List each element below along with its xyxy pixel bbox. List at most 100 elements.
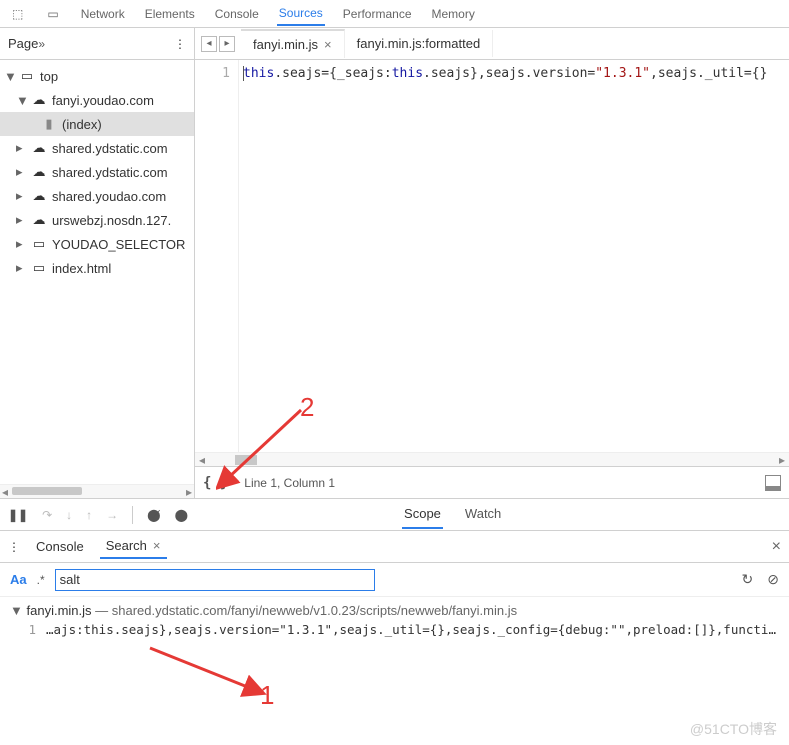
clear-icon[interactable]: ⊘: [767, 571, 779, 588]
code-body[interactable]: this.seajs={_seajs:this.seajs},seajs.ver…: [239, 60, 789, 452]
file-tab[interactable]: fanyi.min.js:formatted: [345, 30, 494, 57]
scroll-right-icon[interactable]: ▸: [186, 485, 192, 499]
deactivate-breakpoints-button[interactable]: ⬤̸: [147, 508, 160, 522]
tree-item[interactable]: ▸☁shared.ydstatic.com: [0, 160, 194, 184]
scope-watch-tabs: Scope Watch: [402, 500, 503, 529]
scope-tab[interactable]: Scope: [402, 500, 443, 529]
step-over-button[interactable]: ↷: [42, 508, 52, 522]
tree-item[interactable]: ▸☁shared.ydstatic.com: [0, 136, 194, 160]
search-result-header[interactable]: ▼ fanyi.min.js — shared.ydstatic.com/fan…: [0, 596, 789, 620]
code-token: this: [392, 66, 423, 81]
search-bar: Aa .* ↻ ⊘: [0, 562, 789, 596]
case-sensitive-toggle[interactable]: Aa: [10, 572, 27, 587]
sidebar-title[interactable]: Page: [8, 36, 38, 51]
tab-performance[interactable]: Performance: [341, 3, 414, 25]
pause-on-exceptions-button[interactable]: ⬤: [175, 508, 188, 522]
frame-icon: ▭: [30, 236, 48, 252]
annotation-arrow-1: [140, 638, 280, 708]
close-icon[interactable]: ×: [324, 37, 332, 52]
devtools-top-tabs: ⬚ ▭ Network Elements Console Sources Per…: [0, 0, 789, 28]
tree-item[interactable]: ▸▭ YOUDAO_SELECTOR: [0, 232, 194, 256]
result-text: …ajs:this.seajs},seajs.version="1.3.1",s…: [46, 622, 779, 637]
coverage-icon[interactable]: [765, 475, 781, 491]
scroll-left-icon[interactable]: ◂: [195, 453, 209, 467]
regex-toggle[interactable]: .*: [37, 573, 45, 587]
cursor-position: Line 1, Column 1: [244, 476, 335, 490]
chevron-right-icon: ▸: [16, 236, 26, 252]
tab-network[interactable]: Network: [79, 3, 127, 25]
debugger-toolbar: ❚❚ ↷ ↓ ↑ → ⬤̸ ⬤ Scope Watch: [0, 498, 789, 530]
result-file-name: fanyi.min.js: [27, 603, 92, 618]
tab-sources[interactable]: Sources: [277, 2, 325, 26]
tree-label: (index): [62, 117, 102, 132]
code-editor[interactable]: 1 this.seajs={_seajs:this.seajs},seajs.v…: [195, 60, 789, 452]
sidebar-scrollbar[interactable]: ◂ ▸: [0, 484, 194, 498]
code-token: ,seajs._util={}: [650, 66, 767, 81]
drawer-search-tab[interactable]: Search ×: [100, 534, 167, 559]
inspect-icon[interactable]: ⬚: [8, 7, 27, 21]
editor-scrollbar[interactable]: ◂ ▸: [195, 452, 789, 466]
drawer-tab-bar: ⋮ Console Search × ×: [0, 530, 789, 562]
tree-item[interactable]: ▸☁shared.youdao.com: [0, 184, 194, 208]
cloud-icon: ☁: [30, 188, 48, 204]
file-tab-bar: ◂ ▸ fanyi.min.js × fanyi.min.js:formatte…: [195, 28, 789, 60]
nav-prev-icon[interactable]: ◂: [201, 36, 217, 52]
tree-label: YOUDAO_SELECTOR: [52, 237, 185, 252]
tree-top[interactable]: ▼ ▭ top: [0, 64, 194, 88]
editor-panel: ◂ ▸ fanyi.min.js × fanyi.min.js:formatte…: [195, 28, 789, 498]
scroll-right-icon[interactable]: ▸: [775, 453, 789, 467]
chevron-right-icon: ▸: [16, 260, 26, 276]
pretty-print-button[interactable]: { }: [203, 475, 228, 491]
tab-elements[interactable]: Elements: [143, 3, 197, 25]
line-number: 1: [195, 66, 230, 81]
search-input[interactable]: [55, 569, 375, 591]
tree-label: shared.ydstatic.com: [52, 165, 168, 180]
chevron-down-icon: ▼: [4, 69, 14, 84]
search-result-line[interactable]: 1 …ajs:this.seajs},seajs.version="1.3.1"…: [0, 620, 789, 647]
watch-tab[interactable]: Watch: [463, 500, 503, 529]
code-token: .seajs={_seajs:: [274, 66, 391, 81]
step-out-button[interactable]: ↑: [86, 508, 92, 522]
pause-button[interactable]: ❚❚: [8, 508, 28, 522]
step-button[interactable]: →: [106, 508, 118, 522]
scroll-left-icon[interactable]: ◂: [2, 485, 8, 499]
sidebar-more-icon[interactable]: »: [38, 37, 45, 51]
tree-index[interactable]: ▮ (index): [0, 112, 194, 136]
chevron-right-icon: ▸: [16, 212, 26, 228]
scrollbar-thumb[interactable]: [235, 455, 257, 465]
tab-nav: ◂ ▸: [195, 36, 241, 52]
code-token: "1.3.1": [595, 66, 650, 81]
tree-item[interactable]: ▸☁urswebzj.nosdn.127.: [0, 208, 194, 232]
code-token: this: [243, 66, 274, 81]
tree-item[interactable]: ▸▭ index.html: [0, 256, 194, 280]
kebab-icon[interactable]: ⋮: [8, 540, 20, 554]
result-file-path: shared.ydstatic.com/fanyi/newweb/v1.0.23…: [112, 603, 517, 618]
device-toggle-icon[interactable]: ▭: [43, 7, 62, 21]
drawer-console-tab[interactable]: Console: [30, 535, 90, 558]
close-icon[interactable]: ×: [153, 538, 161, 553]
frame-icon: ▭: [30, 260, 48, 276]
chevron-right-icon: ▸: [16, 164, 26, 180]
sources-tree: ▼ ▭ top ▼ ☁ fanyi.youdao.com ▮ (index) ▸…: [0, 60, 194, 484]
chevron-right-icon: ▸: [16, 188, 26, 204]
scrollbar-thumb[interactable]: [12, 487, 82, 495]
tree-label: shared.ydstatic.com: [52, 141, 168, 156]
nav-next-icon[interactable]: ▸: [219, 36, 235, 52]
window-icon: ▭: [18, 68, 36, 84]
kebab-icon[interactable]: ⋮: [174, 37, 186, 51]
file-icon: ▮: [40, 116, 58, 132]
tab-console[interactable]: Console: [213, 3, 261, 25]
refresh-icon[interactable]: ↻: [742, 571, 754, 588]
tree-label: urswebzj.nosdn.127.: [52, 213, 171, 228]
result-line-number: 1: [24, 622, 36, 637]
file-tab-active[interactable]: fanyi.min.js ×: [241, 29, 345, 58]
line-gutter: 1: [195, 60, 239, 452]
drawer-close-button[interactable]: ×: [772, 538, 781, 556]
separator: [132, 506, 133, 524]
cloud-icon: ☁: [30, 140, 48, 156]
tree-label: index.html: [52, 261, 111, 276]
sidebar-header: Page » ⋮: [0, 28, 194, 60]
step-into-button[interactable]: ↓: [66, 508, 72, 522]
tab-memory[interactable]: Memory: [430, 3, 477, 25]
tree-domain[interactable]: ▼ ☁ fanyi.youdao.com: [0, 88, 194, 112]
